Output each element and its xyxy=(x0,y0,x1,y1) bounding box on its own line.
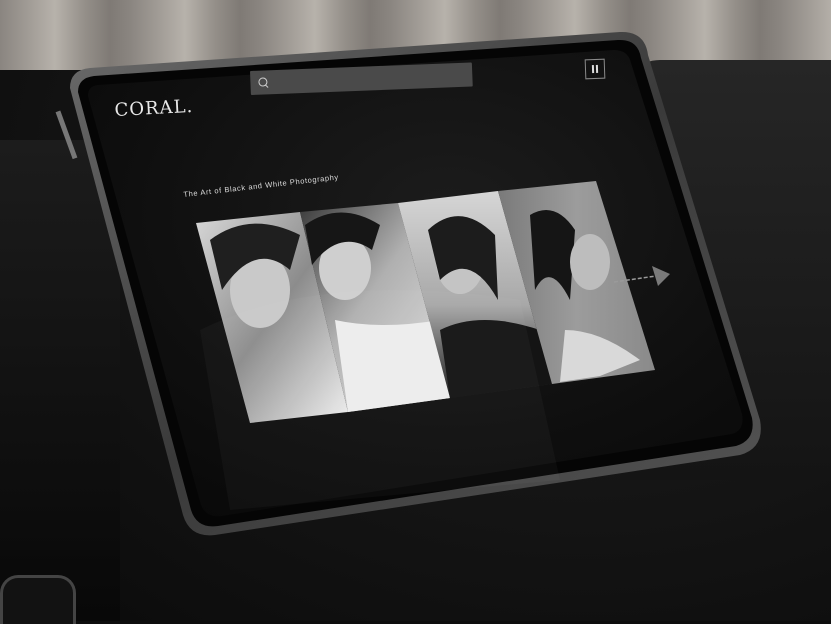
pause-button[interactable] xyxy=(584,58,606,80)
brand-logo[interactable]: CORAL. xyxy=(114,96,194,121)
search-icon xyxy=(258,77,268,87)
pause-icon-bar-right xyxy=(595,64,598,73)
tablet-device xyxy=(55,31,761,536)
search-input[interactable] xyxy=(272,65,467,92)
pause-icon-bar-left xyxy=(591,65,594,74)
